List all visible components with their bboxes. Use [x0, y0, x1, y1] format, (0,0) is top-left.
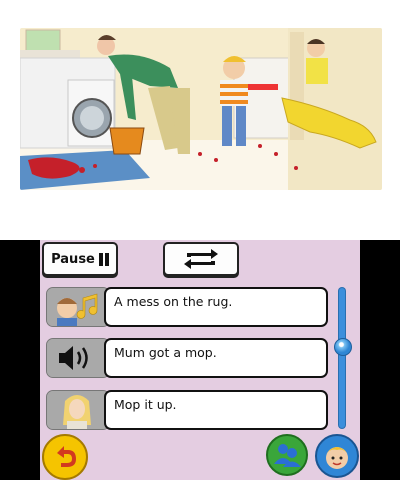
story-illustration [20, 28, 382, 190]
repeat-button[interactable] [163, 242, 239, 276]
line-2-bubble[interactable]: Mum got a mop. [104, 338, 328, 378]
line-3-text: Mop it up. [114, 397, 177, 412]
child-avatar-icon [326, 447, 348, 469]
speaker-icon [47, 339, 109, 377]
story-line-2[interactable]: Mum got a mop. [46, 338, 328, 378]
story-panel: Pause A mess on the rug. Mum got a mop. … [40, 240, 360, 480]
line-3-thumb[interactable] [46, 390, 110, 430]
pause-icon [98, 252, 109, 266]
slider-knob[interactable] [334, 338, 352, 356]
profile-button[interactable] [315, 434, 359, 478]
pause-label: Pause [51, 251, 95, 267]
repeat-icon [184, 249, 218, 269]
character-music-icon [47, 288, 109, 326]
slider-track[interactable] [339, 288, 345, 428]
pause-button[interactable]: Pause [42, 242, 118, 276]
line-2-thumb[interactable] [46, 338, 110, 378]
line-2-text: Mum got a mop. [114, 345, 217, 360]
scroll-slider[interactable] [334, 288, 352, 428]
story-line-1[interactable]: A mess on the rug. [46, 287, 328, 327]
story-line-3[interactable]: Mop it up. [46, 390, 328, 430]
line-1-thumb[interactable] [46, 287, 110, 327]
line-1-bubble[interactable]: A mess on the rug. [104, 287, 328, 327]
characters-icon [274, 444, 301, 467]
line-3-bubble[interactable]: Mop it up. [104, 390, 328, 430]
back-arrow-icon [57, 446, 76, 467]
line-1-text: A mess on the rug. [114, 294, 233, 309]
characters-button[interactable] [266, 434, 308, 476]
back-button[interactable] [42, 434, 88, 480]
mum-portrait-icon [47, 391, 109, 429]
bottom-screen: Pause A mess on the rug. Mum got a mop. … [0, 240, 400, 480]
top-screen [0, 0, 400, 240]
